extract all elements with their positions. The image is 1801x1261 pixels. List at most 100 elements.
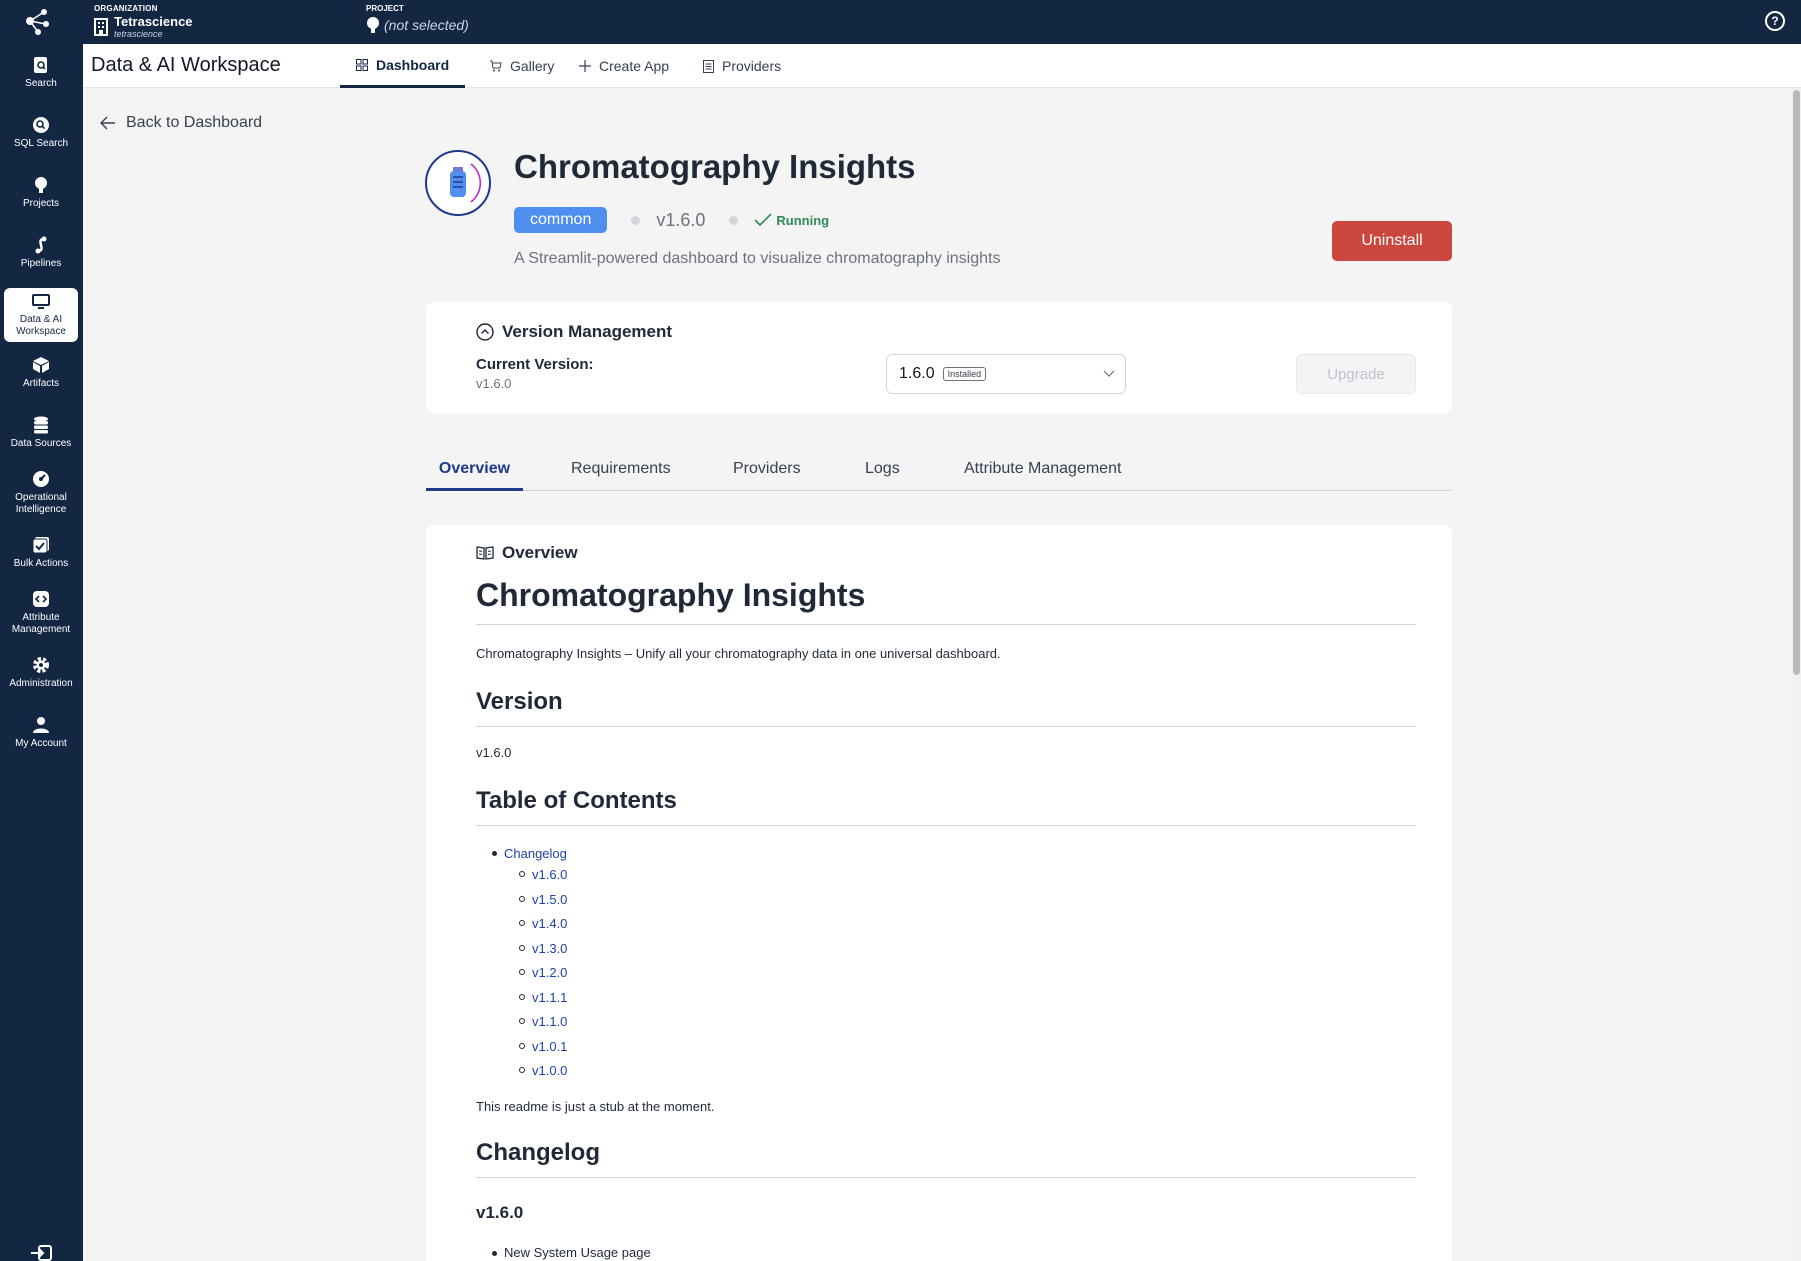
upgrade-button[interactable]: Upgrade xyxy=(1296,354,1416,394)
tab-providers[interactable]: Providers xyxy=(695,44,789,88)
tab-attribute-management[interactable]: Attribute Management xyxy=(964,448,1121,491)
plus-icon xyxy=(579,60,591,72)
readme-changelog-heading: Changelog xyxy=(476,1139,1416,1178)
list-item: v1.3.0 xyxy=(518,940,567,965)
overview-section-label: Overview xyxy=(502,543,578,562)
overview-card: Overview Chromatography Insights Chromat… xyxy=(426,525,1452,1261)
installed-badge: Installed xyxy=(942,367,987,381)
help-icon[interactable]: ? xyxy=(1765,11,1785,31)
sidebar-item-bulk-actions[interactable]: Bulk Actions xyxy=(4,536,78,570)
sidebar-item-label: Search xyxy=(25,78,57,89)
changelog-version-heading: v1.6.0 xyxy=(476,1203,524,1222)
search-doc-icon xyxy=(34,57,47,73)
sidebar-item-my-account[interactable]: My Account xyxy=(4,716,78,750)
sidebar-item-label: Data & AI Workspace xyxy=(16,314,66,337)
readme-intro: Chromatography Insights – Unify all your… xyxy=(476,646,1001,661)
tetrascience-logo[interactable] xyxy=(22,6,52,36)
table-of-contents: Changelog v1.6.0 v1.5.0 v1.4.0 v1.3.0 v1… xyxy=(491,845,567,1087)
app-version: v1.6.0 xyxy=(656,209,706,230)
readme-stub-text: This readme is just a stub at the moment… xyxy=(476,1099,715,1114)
chevron-up-circle-icon xyxy=(476,323,494,341)
sidebar-item-label: SQL Search xyxy=(13,138,69,149)
workspace-header: Data & AI Workspace Dashboard Gallery Cr… xyxy=(83,44,1801,88)
uninstall-button[interactable]: Uninstall xyxy=(1332,221,1452,261)
sidebar-item-label: Pipelines xyxy=(20,258,62,269)
sidebar-item-label: Artifacts xyxy=(22,378,60,389)
current-version-value: v1.6.0 xyxy=(476,376,512,391)
sidebar: Search SQL Search Projects Pipelines Dat… xyxy=(0,44,83,1261)
sidebar-item-administration[interactable]: Administration xyxy=(4,656,78,690)
sidebar-item-operational-intelligence[interactable]: Operational Intelligence xyxy=(4,470,78,516)
sidebar-item-data-sources[interactable]: Data Sources xyxy=(4,416,78,450)
toc-link-version[interactable]: v1.5.0 xyxy=(532,892,567,907)
toc-link-version[interactable]: v1.0.0 xyxy=(532,1063,567,1078)
project-selector[interactable]: PROJECT (not selected) xyxy=(366,4,469,34)
logout-icon[interactable] xyxy=(30,1245,52,1261)
sidebar-item-artifacts[interactable]: Artifacts xyxy=(4,356,78,390)
tab-overview[interactable]: Overview xyxy=(426,448,523,491)
gear-icon xyxy=(33,657,49,673)
tab-requirements[interactable]: Requirements xyxy=(571,448,671,491)
app-meta: common v1.6.0 Running xyxy=(514,206,829,234)
tab-gallery[interactable]: Gallery xyxy=(481,44,562,88)
version-management-toggle[interactable]: Version Management xyxy=(476,322,672,342)
separator-dot xyxy=(631,215,641,225)
toc-link-version[interactable]: v1.1.0 xyxy=(532,1014,567,1029)
user-icon xyxy=(33,717,49,733)
toc-link-version[interactable]: v1.3.0 xyxy=(532,941,567,956)
database-icon xyxy=(34,416,48,434)
gauge-icon xyxy=(33,471,49,487)
list-item: v1.1.0 xyxy=(518,1013,567,1038)
sidebar-item-data-ai-workspace[interactable]: Data & AI Workspace xyxy=(4,288,78,342)
sidebar-item-label: Data Sources xyxy=(10,438,72,449)
sidebar-item-search[interactable]: Search xyxy=(4,56,78,90)
sidebar-item-projects[interactable]: Projects xyxy=(4,176,78,210)
arrow-left-icon xyxy=(100,116,115,130)
toc-link-version[interactable]: v1.4.0 xyxy=(532,916,567,931)
back-to-dashboard-link[interactable]: Back to Dashboard xyxy=(100,114,262,132)
toc-link-changelog[interactable]: Changelog xyxy=(504,846,567,861)
toc-link-version[interactable]: v1.2.0 xyxy=(532,965,567,980)
tab-providers[interactable]: Providers xyxy=(733,448,801,491)
organization-selector[interactable]: ORGANIZATION Tetrascience tetrascience xyxy=(94,4,193,39)
workspace-title: Data & AI Workspace xyxy=(91,54,281,76)
chevron-down-icon xyxy=(1103,370,1115,377)
sidebar-item-label: Administration xyxy=(9,678,73,689)
app-tag-badge: common xyxy=(514,207,608,233)
tab-dashboard[interactable]: Dashboard xyxy=(340,44,466,88)
list-item: Changelog v1.6.0 v1.5.0 v1.4.0 v1.3.0 v1… xyxy=(491,845,567,1087)
toc-link-version[interactable]: v1.6.0 xyxy=(532,867,567,882)
changelog-item: New System Usage page xyxy=(492,1245,651,1260)
version-select[interactable]: 1.6.0 Installed xyxy=(886,354,1126,394)
code-tag-icon xyxy=(33,591,49,607)
app-logo xyxy=(425,150,491,216)
scrollbar-thumb[interactable] xyxy=(1793,90,1800,675)
separator-dot xyxy=(729,215,739,225)
monitor-icon xyxy=(32,294,50,309)
sidebar-item-pipelines[interactable]: Pipelines xyxy=(4,236,78,270)
readme-toc-heading: Table of Contents xyxy=(476,787,1416,826)
toc-link-version[interactable]: v1.1.1 xyxy=(532,990,567,1005)
list-item: v1.4.0 xyxy=(518,915,567,940)
building-icon xyxy=(94,18,108,36)
tab-label: Dashboard xyxy=(376,56,450,73)
sidebar-item-label: Bulk Actions xyxy=(13,558,69,569)
top-bar: ORGANIZATION Tetrascience tetrascience P… xyxy=(0,0,1801,44)
chromatography-column-icon xyxy=(450,163,482,203)
app-tabs: Overview Requirements Providers Logs Att… xyxy=(426,448,1452,491)
tab-logs[interactable]: Logs xyxy=(865,448,900,491)
sidebar-item-sql-search[interactable]: SQL Search xyxy=(4,116,78,150)
list-item: v1.1.1 xyxy=(518,989,567,1014)
tab-create-app[interactable]: Create App xyxy=(571,44,677,88)
toc-link-version[interactable]: v1.0.1 xyxy=(532,1039,567,1054)
sidebar-item-label: My Account xyxy=(15,738,67,749)
book-open-icon xyxy=(476,546,494,560)
sidebar-item-attribute-management[interactable]: Attribute Management xyxy=(4,590,78,636)
list-item: v1.0.1 xyxy=(518,1038,567,1063)
sidebar-item-label: Projects xyxy=(22,198,60,209)
organization-slug: tetrascience xyxy=(114,29,163,39)
readme-version-heading: Version xyxy=(476,688,1416,727)
bulk-check-icon xyxy=(32,537,49,554)
overview-section-header: Overview xyxy=(476,543,578,563)
sidebar-item-label: Operational Intelligence xyxy=(15,492,67,515)
